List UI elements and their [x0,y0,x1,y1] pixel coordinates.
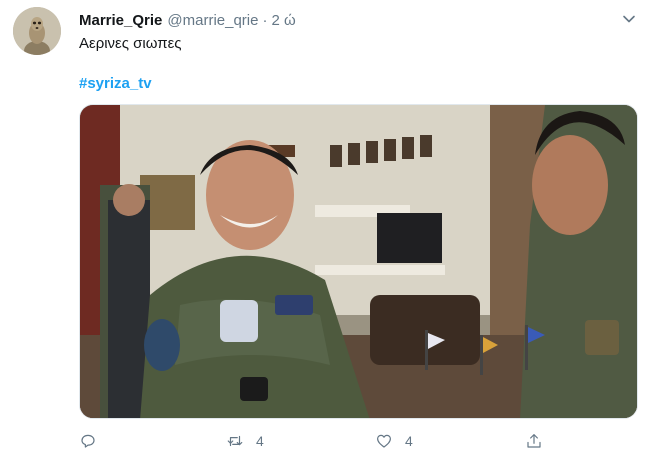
tweet-actions: 4 4 [79,428,549,454]
more-options-button[interactable] [620,10,638,28]
hashtag-link[interactable]: #syriza_tv [79,75,152,92]
reply-button[interactable] [79,428,109,454]
display-name[interactable]: Marrie_Qrie [79,12,162,29]
user-handle[interactable]: @marrie_qrie [167,12,258,29]
retweet-count: 4 [256,433,264,449]
meerkat-avatar-icon [13,7,61,55]
separator-dot: · [262,11,268,29]
like-button[interactable]: 4 [375,428,413,454]
tweet-text: Αερινες σιωπες [79,35,182,52]
chevron-down-icon [623,15,635,23]
like-count: 4 [405,433,413,449]
tweet-header: Marrie_Qrie @marrie_qrie · 2 ώ [79,10,296,30]
timestamp[interactable]: 2 ώ [271,12,295,29]
reply-icon [81,434,95,448]
share-button[interactable] [525,428,543,454]
heart-icon [377,434,391,448]
tweet-media[interactable] [79,104,638,419]
retweet-button[interactable]: 4 [226,428,264,454]
share-icon [527,434,541,448]
retweet-icon [227,435,243,447]
media-image [80,105,637,418]
avatar[interactable] [13,7,61,55]
tweet[interactable]: Marrie_Qrie @marrie_qrie · 2 ώ Αερινες σ… [0,0,654,465]
